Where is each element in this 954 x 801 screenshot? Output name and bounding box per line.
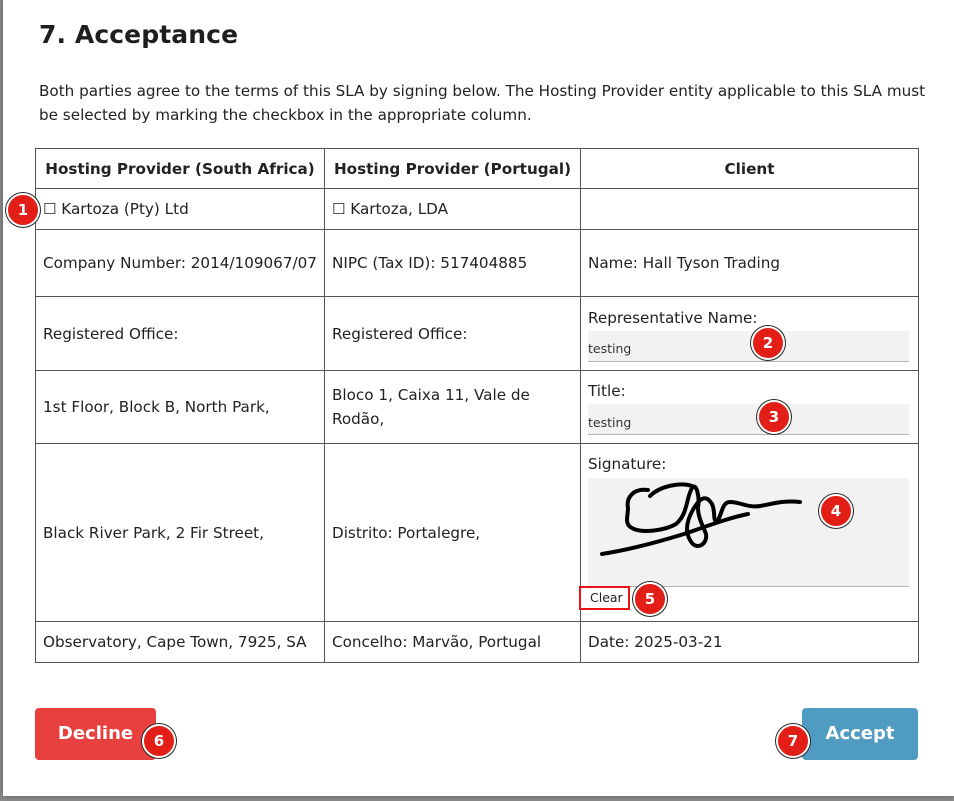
- section-title: 7. Acceptance: [39, 20, 239, 49]
- za-checkbox-label: Kartoza (Pty) Ltd: [61, 200, 189, 218]
- signature-label: Signature:: [588, 455, 667, 473]
- za-checkbox-cell[interactable]: ☐ Kartoza (Pty) Ltd: [35, 188, 325, 230]
- client-signature-cell: Signature:: [580, 443, 919, 622]
- za-address-line-2: Black River Park, 2 Fir Street,: [35, 443, 325, 622]
- table-row: Black River Park, 2 Fir Street, Distrito…: [35, 443, 919, 622]
- annotation-badge-6: 6: [142, 724, 176, 758]
- accept-button[interactable]: Accept: [802, 708, 918, 760]
- pt-address-line-2: Distrito: Portalegre,: [324, 443, 581, 622]
- table-row: ☐ Kartoza (Pty) Ltd ☐ Kartoza, LDA: [35, 188, 919, 230]
- decline-button[interactable]: Decline: [35, 708, 156, 760]
- pt-address-line-1: Bloco 1, Caixa 11, Vale de Rodão,: [324, 370, 581, 444]
- za-registered-office: Registered Office:: [35, 296, 325, 371]
- signature-pad[interactable]: [588, 478, 909, 587]
- column-header-client: Client: [580, 148, 919, 189]
- title-input[interactable]: [588, 404, 909, 435]
- za-address-line-3: Observatory, Cape Town, 7925, SA: [35, 621, 325, 663]
- client-date: Date: 2025-03-21: [580, 621, 919, 663]
- checkbox-icon[interactable]: ☐: [332, 200, 345, 218]
- client-title-cell: Title:: [580, 370, 919, 444]
- annotation-badge-5: 5: [633, 582, 667, 616]
- table-row: Company Number: 2014/109067/07 NIPC (Tax…: [35, 229, 919, 297]
- annotation-badge-1: 1: [6, 193, 40, 227]
- rep-name-label: Representative Name:: [588, 308, 758, 327]
- signature-drawing: [600, 482, 802, 556]
- pt-registered-office: Registered Office:: [324, 296, 581, 371]
- pt-checkbox-cell[interactable]: ☐ Kartoza, LDA: [324, 188, 581, 230]
- rep-name-input[interactable]: [588, 330, 909, 362]
- annotation-badge-3: 3: [757, 400, 791, 434]
- za-address-line-1: 1st Floor, Block B, North Park,: [35, 370, 325, 444]
- column-header-za: Hosting Provider (South Africa): [35, 148, 325, 189]
- client-name: Name: Hall Tyson Trading: [580, 229, 919, 297]
- title-label: Title:: [588, 382, 626, 400]
- table-header-row: Hosting Provider (South Africa) Hosting …: [35, 148, 919, 189]
- pt-checkbox-label: Kartoza, LDA: [350, 200, 448, 218]
- table-row: Observatory, Cape Town, 7925, SA Concelh…: [35, 621, 919, 663]
- annotation-badge-7: 7: [776, 724, 810, 758]
- table-row: Registered Office: Registered Office: Re…: [35, 296, 919, 371]
- za-company-number: Company Number: 2014/109067/07: [35, 229, 325, 297]
- client-rep-cell: Representative Name:: [580, 296, 919, 371]
- annotation-badge-2: 2: [751, 326, 785, 360]
- section-intro: Both parties agree to the terms of this …: [39, 82, 926, 124]
- client-empty-cell: [580, 188, 919, 230]
- pt-address-line-3: Concelho: Marvão, Portugal: [324, 621, 581, 663]
- clear-signature-button[interactable]: Clear: [579, 586, 630, 610]
- annotation-badge-4: 4: [819, 494, 853, 528]
- checkbox-icon[interactable]: ☐: [43, 200, 56, 218]
- column-header-pt: Hosting Provider (Portugal): [324, 148, 581, 189]
- pt-tax-id: NIPC (Tax ID): 517404885: [324, 229, 581, 297]
